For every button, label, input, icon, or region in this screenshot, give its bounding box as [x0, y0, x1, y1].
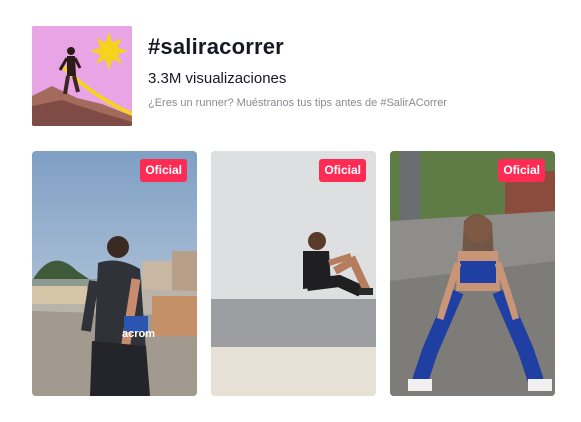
video-grid: acrom Oficial Oficial Oficial	[32, 151, 555, 396]
hashtag-header: #saliracorrer 3.3M visualizaciones ¿Eres…	[32, 26, 552, 128]
video-thumbnail-sitting-man	[211, 151, 376, 396]
official-badge: Oficial	[140, 159, 187, 182]
video-card-sitting-man[interactable]: Oficial	[211, 151, 376, 396]
view-count: 3.3M visualizaciones	[148, 70, 287, 87]
jersey-text: acrom	[122, 328, 155, 340]
hashtag-description: ¿Eres un runner? Muéstranos tus tips ant…	[148, 97, 447, 109]
hashtag-title: #saliracorrer	[148, 34, 284, 59]
sun-runner-illustration-icon	[32, 26, 132, 126]
video-thumbnail-runner: acrom	[32, 151, 197, 396]
hashtag-cover-image	[32, 26, 132, 126]
official-badge: Oficial	[498, 159, 545, 182]
official-badge: Oficial	[319, 159, 366, 182]
video-card-stretching-woman[interactable]: Oficial	[390, 151, 555, 396]
video-card-runner[interactable]: acrom Oficial	[32, 151, 197, 396]
video-thumbnail-stretching-woman	[390, 151, 555, 396]
